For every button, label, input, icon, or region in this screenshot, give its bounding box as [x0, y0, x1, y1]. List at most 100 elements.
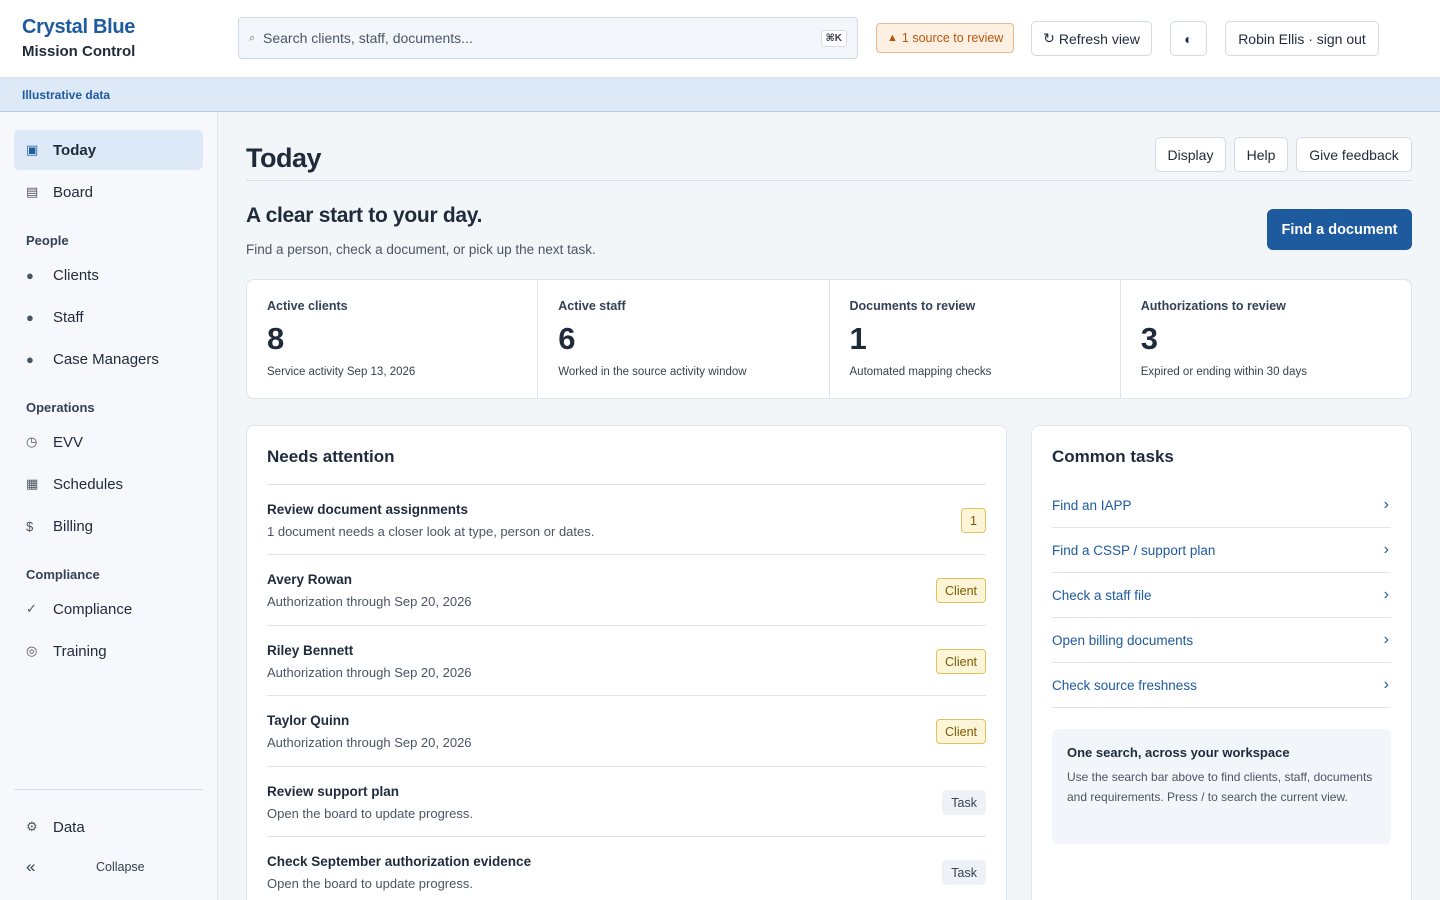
- brand-name: Crystal Blue: [22, 16, 136, 38]
- task-link-billing-documents[interactable]: Open billing documents ›: [1052, 618, 1391, 663]
- sidebar-item-training[interactable]: ◎ Training: [14, 631, 203, 671]
- theme-toggle-button[interactable]: ◐: [1170, 21, 1207, 56]
- task-link-find-cssp[interactable]: Find a CSSP / support plan ›: [1052, 528, 1391, 573]
- main-content: Today Display Help Give feedback A clear…: [218, 112, 1440, 900]
- sidebar-item-board[interactable]: ▤ Board: [14, 172, 203, 212]
- sidebar-item-compliance[interactable]: ✓ Compliance: [14, 589, 203, 629]
- sign-out-button[interactable]: Robin Ellis · sign out: [1225, 21, 1379, 56]
- attention-row[interactable]: Taylor Quinn Authorization through Sep 2…: [267, 695, 986, 766]
- sidebar-item-staff[interactable]: ● Staff: [14, 297, 203, 337]
- brand[interactable]: Crystal Blue Mission Control: [22, 15, 135, 61]
- double-chevron-left-icon: «: [26, 857, 36, 876]
- section-operations: Operations: [26, 400, 95, 415]
- sidebar-item-label: Data: [53, 818, 85, 836]
- refresh-icon: ↻: [1043, 30, 1055, 46]
- find-document-button[interactable]: Find a document: [1267, 209, 1412, 250]
- count-badge: 1: [961, 508, 986, 533]
- search-placeholder: Search clients, staff, documents...: [263, 30, 473, 46]
- check-icon: ✓: [26, 601, 37, 616]
- dollar-icon: $: [26, 518, 34, 534]
- panel-title: Needs attention: [267, 447, 395, 466]
- stat-note: Expired or ending within 30 days: [1140, 366, 1307, 378]
- clock-icon: ◷: [26, 434, 38, 449]
- attention-row[interactable]: Review document assignments 1 document n…: [267, 484, 986, 555]
- stat-note: Automated mapping checks: [849, 366, 992, 378]
- sidebar-divider: [14, 789, 203, 790]
- sidebar-item-schedules[interactable]: ▦ Schedules: [14, 464, 203, 504]
- stat-value: 6: [558, 321, 576, 356]
- sidebar-item-label: Today: [53, 141, 97, 159]
- sidebar-item-label: Board: [53, 183, 94, 201]
- task-link-label: Find a CSSP / support plan: [1052, 542, 1216, 558]
- task-badge: Task: [942, 860, 986, 885]
- title-divider: [246, 180, 1412, 181]
- attention-row-subtitle: Authorization through Sep 20, 2026: [267, 735, 472, 750]
- stat-label: Active staff: [558, 299, 626, 313]
- task-link-label: Check source freshness: [1052, 677, 1197, 693]
- sidebar-item-evv[interactable]: ◷ EVV: [14, 422, 203, 462]
- attention-row-subtitle: Authorization through Sep 20, 2026: [267, 594, 472, 609]
- stat-label: Active clients: [267, 299, 348, 313]
- sidebar-item-data[interactable]: ⚙ Data: [14, 807, 203, 847]
- attention-row-title: Avery Rowan: [267, 572, 353, 587]
- search-input[interactable]: ⌕ Search clients, staff, documents... ⌘K: [238, 17, 858, 59]
- stat-documents-to-review[interactable]: Documents to review 1 Automated mapping …: [830, 280, 1121, 398]
- attention-row-title: Review document assignments: [267, 502, 469, 517]
- sidebar-item-today[interactable]: ▣ Today: [14, 130, 203, 170]
- top-bar: Crystal Blue Mission Control ⌕ Search cl…: [0, 0, 1440, 78]
- needs-attention-panel: Needs attention Review document assignme…: [246, 425, 1007, 900]
- task-link-staff-file[interactable]: Check a staff file ›: [1052, 573, 1391, 618]
- target-icon: ◎: [26, 643, 38, 658]
- contrast-icon: ◐: [1184, 30, 1193, 47]
- attention-row-subtitle: Authorization through Sep 20, 2026: [267, 665, 472, 680]
- give-feedback-button[interactable]: Give feedback: [1296, 137, 1412, 172]
- task-link-find-iapp[interactable]: Find an IAPP ›: [1052, 483, 1391, 528]
- chevron-right-icon: ›: [1383, 541, 1389, 558]
- dot-icon: ●: [26, 351, 34, 367]
- common-tasks-panel: Common tasks Find an IAPP › Find a CSSP …: [1031, 425, 1412, 900]
- chevron-right-icon: ›: [1383, 496, 1389, 513]
- task-link-label: Check a staff file: [1052, 587, 1152, 603]
- search-shortcut-badge: ⌘K: [820, 29, 847, 47]
- attention-row[interactable]: Riley Bennett Authorization through Sep …: [267, 625, 986, 696]
- attention-row-title: Check September authorization evidence: [267, 854, 532, 869]
- task-link-label: Find an IAPP: [1052, 497, 1132, 513]
- stat-authorizations-to-review[interactable]: Authorizations to review 3 Expired or en…: [1121, 280, 1411, 398]
- hero-subtitle: Find a person, check a document, or pick…: [246, 242, 596, 257]
- display-button[interactable]: Display: [1155, 137, 1226, 172]
- help-button[interactable]: Help: [1234, 137, 1288, 172]
- sidebar-item-label: EVV: [53, 433, 84, 451]
- sidebar-item-label: Case Managers: [53, 350, 159, 368]
- sidebar-item-clients[interactable]: ● Clients: [14, 255, 203, 295]
- attention-row-subtitle: Open the board to update progress.: [267, 876, 473, 891]
- dot-icon: ●: [26, 267, 34, 283]
- stat-active-clients[interactable]: Active clients 8 Service activity Sep 13…: [247, 280, 539, 398]
- collapse-label: Collapse: [96, 860, 145, 874]
- gear-icon: ⚙: [26, 819, 38, 834]
- sidebar-item-label: Training: [53, 642, 107, 660]
- stats-strip: Active clients 8 Service activity Sep 13…: [246, 279, 1412, 399]
- sidebar-item-label: Compliance: [53, 600, 133, 618]
- hero-title: A clear start to your day.: [246, 204, 483, 227]
- sidebar-item-case-managers[interactable]: ● Case Managers: [14, 339, 203, 379]
- collapse-sidebar-button[interactable]: « Collapse: [26, 857, 145, 877]
- grid-icon: ▦: [26, 476, 39, 491]
- attention-row[interactable]: Check September authorization evidence O…: [267, 836, 986, 900]
- tip-body: Use the search bar above to find clients…: [1067, 770, 1373, 804]
- task-link-source-freshness[interactable]: Check source freshness ›: [1052, 663, 1391, 708]
- board-icon: ▤: [26, 184, 39, 199]
- refresh-view-button[interactable]: ↻ Refresh view: [1031, 21, 1152, 56]
- client-badge: Client: [936, 578, 986, 603]
- client-badge: Client: [936, 719, 986, 744]
- sidebar-item-label: Clients: [53, 266, 99, 284]
- tip-title: One search, across your workspace: [1067, 745, 1290, 760]
- source-review-badge[interactable]: ▲ 1 source to review: [876, 23, 1015, 53]
- attention-row[interactable]: Avery Rowan Authorization through Sep 20…: [267, 554, 986, 625]
- attention-row[interactable]: Review support plan Open the board to up…: [267, 766, 986, 837]
- illustrative-data-banner: Illustrative data: [0, 78, 1440, 112]
- sidebar-item-billing[interactable]: $ Billing: [14, 506, 203, 546]
- dot-icon: ●: [26, 309, 34, 325]
- banner-text: Illustrative data: [22, 87, 111, 102]
- sidebar-item-label: Schedules: [53, 475, 124, 493]
- stat-active-staff[interactable]: Active staff 6 Worked in the source acti…: [538, 280, 830, 398]
